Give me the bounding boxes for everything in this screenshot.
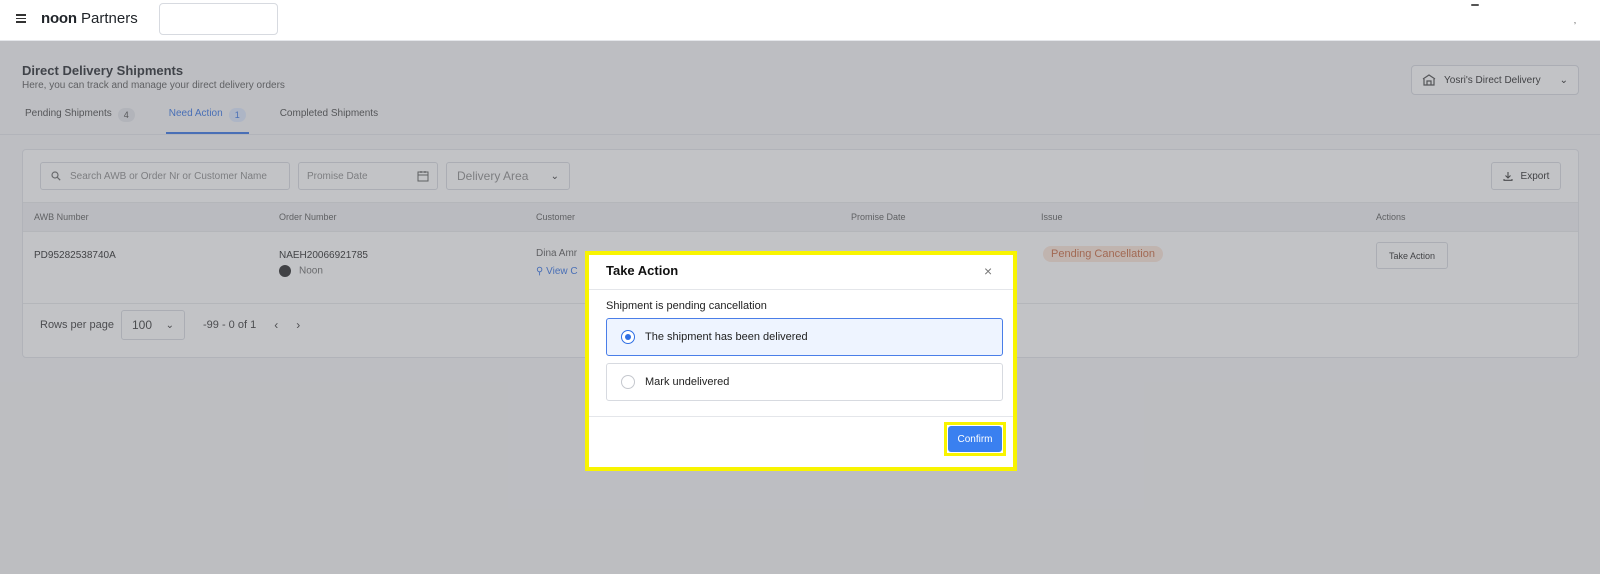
menu-icon[interactable] bbox=[16, 12, 26, 24]
option-mark-undelivered[interactable]: Mark undelivered bbox=[606, 363, 1003, 401]
top-bar: noon Partners ʼ bbox=[0, 0, 1600, 41]
modal-title: Take Action bbox=[606, 263, 679, 278]
option-delivered[interactable]: The shipment has been delivered bbox=[606, 318, 1003, 356]
modal-label: Shipment is pending cancellation bbox=[606, 300, 767, 312]
close-icon[interactable]: × bbox=[984, 264, 992, 278]
confirm-highlight: Confirm bbox=[944, 422, 1006, 456]
logo[interactable]: noon Partners bbox=[41, 10, 138, 27]
radio-selected-icon[interactable] bbox=[621, 330, 635, 344]
top-search-box[interactable] bbox=[159, 3, 278, 35]
modal-highlight: Take Action × Shipment is pending cancel… bbox=[585, 251, 1017, 471]
confirm-button[interactable]: Confirm bbox=[948, 426, 1002, 452]
take-action-modal: Take Action × Shipment is pending cancel… bbox=[589, 255, 1013, 467]
modal-divider bbox=[589, 416, 1013, 417]
radio-unselected-icon[interactable] bbox=[621, 375, 635, 389]
modal-divider bbox=[589, 289, 1013, 290]
corner-mark: ʼ bbox=[1574, 21, 1576, 31]
profile-indicator-icon[interactable] bbox=[1471, 4, 1479, 6]
